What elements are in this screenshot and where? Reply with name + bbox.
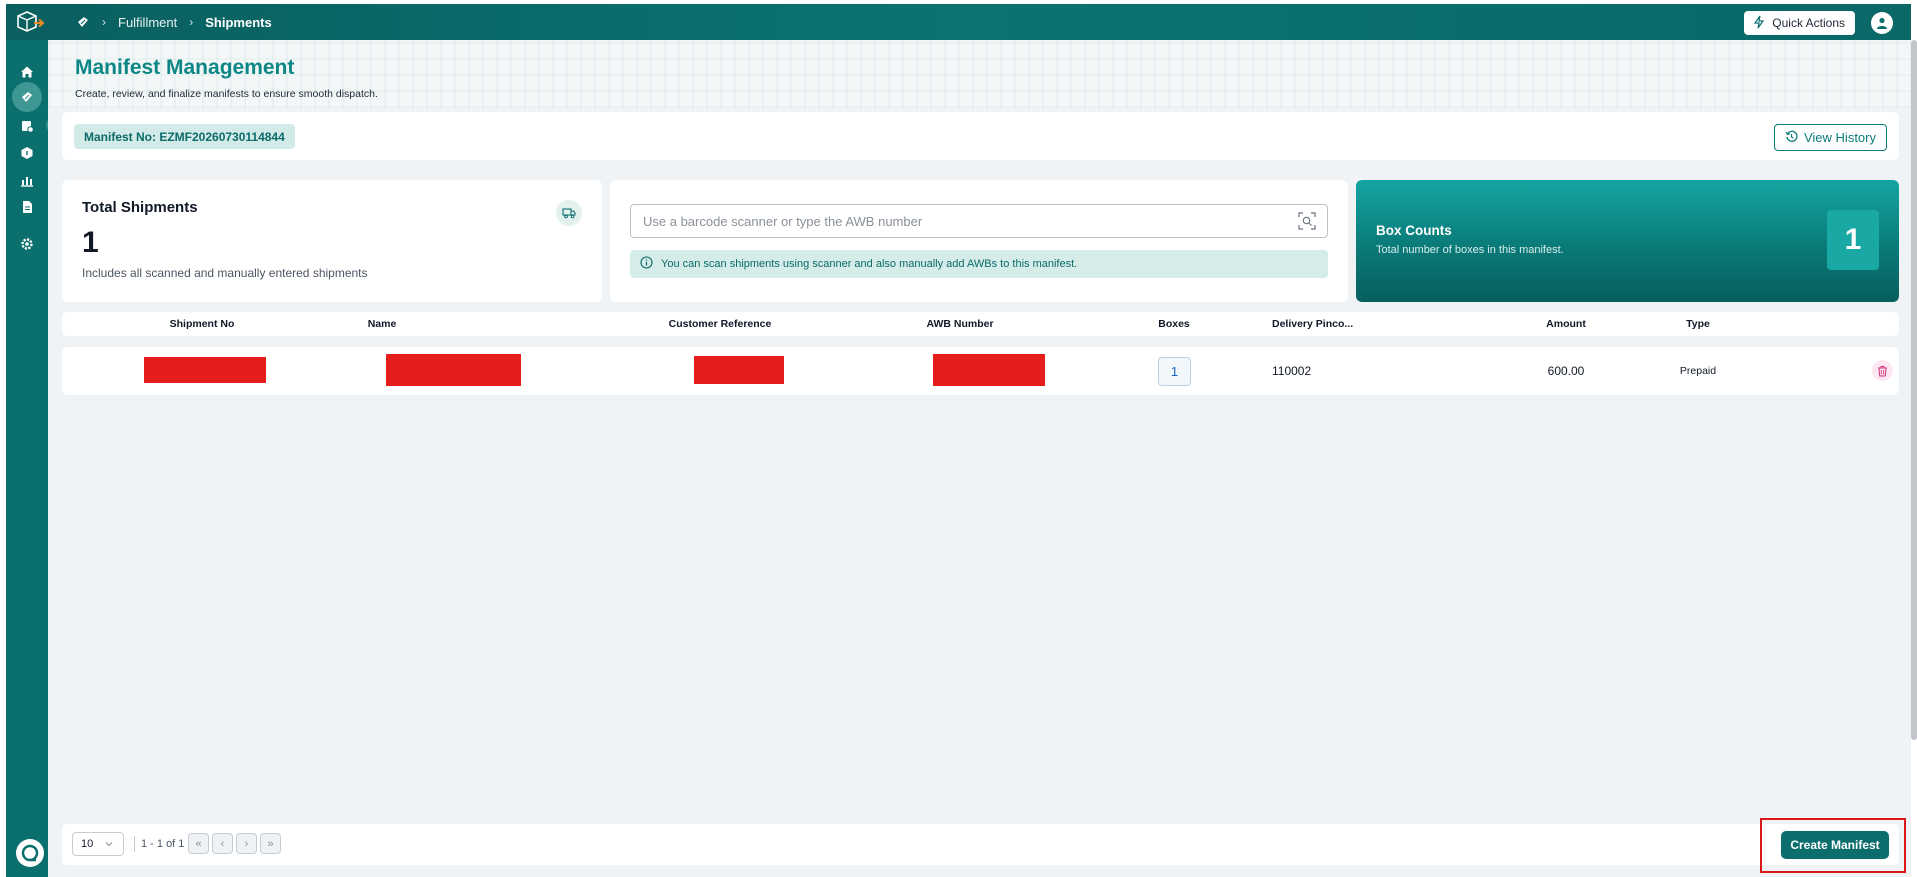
awb-scan-card: You can scan shipments using scanner and… bbox=[610, 180, 1348, 302]
page-header: Manifest Management Create, review, and … bbox=[48, 40, 1911, 108]
scan-info-banner: You can scan shipments using scanner and… bbox=[630, 250, 1328, 278]
redacted-name bbox=[386, 354, 521, 386]
boxes-count-button[interactable]: 1 bbox=[1158, 357, 1191, 386]
scan-info-text: You can scan shipments using scanner and… bbox=[661, 258, 1078, 270]
chevron-right-icon: › bbox=[102, 15, 106, 29]
sidebar-settings-icon[interactable] bbox=[17, 234, 37, 254]
column-header-shipment-no[interactable]: Shipment No bbox=[142, 312, 262, 336]
total-shipments-description: Includes all scanned and manually entere… bbox=[82, 266, 368, 280]
total-shipments-value: 1 bbox=[82, 226, 99, 259]
delivery-pincode-cell: 110002 bbox=[1272, 364, 1312, 378]
lightning-icon bbox=[1752, 15, 1766, 32]
pagination-footer: 10 1 - 1 of 1 « ‹ › » Create Manifest bbox=[62, 824, 1899, 865]
breadcrumb: › Fulfillment › Shipments bbox=[76, 4, 272, 40]
truck-icon bbox=[556, 200, 582, 226]
awb-search-input[interactable] bbox=[630, 204, 1328, 238]
total-shipments-title: Total Shipments bbox=[82, 199, 198, 216]
highlight-annotation-box bbox=[1760, 818, 1906, 873]
column-header-boxes[interactable]: Boxes bbox=[1144, 312, 1204, 336]
vertical-scrollbar[interactable] bbox=[1911, 40, 1917, 740]
breadcrumb-home-icon[interactable] bbox=[76, 15, 90, 29]
barcode-scan-icon[interactable] bbox=[1298, 212, 1316, 230]
info-icon bbox=[640, 256, 653, 272]
column-header-delivery-pincode[interactable]: Delivery Pinco... bbox=[1272, 312, 1382, 336]
redacted-shipment-no bbox=[144, 357, 266, 383]
breadcrumb-fulfillment[interactable]: Fulfillment bbox=[118, 15, 177, 30]
history-icon bbox=[1785, 130, 1798, 146]
view-history-label: View History bbox=[1803, 130, 1876, 145]
next-page-icon[interactable]: › bbox=[236, 833, 257, 854]
column-header-awb-number[interactable]: AWB Number bbox=[900, 312, 1020, 336]
column-header-amount[interactable]: Amount bbox=[1526, 312, 1606, 336]
first-page-icon[interactable]: « bbox=[188, 833, 209, 854]
user-avatar-icon[interactable] bbox=[1871, 12, 1893, 34]
type-cell: Prepaid bbox=[1679, 365, 1717, 377]
column-header-type[interactable]: Type bbox=[1668, 312, 1728, 336]
support-chat-icon[interactable] bbox=[16, 839, 44, 867]
page-title: Manifest Management bbox=[75, 56, 295, 79]
last-page-icon[interactable]: » bbox=[260, 833, 281, 854]
page-size-value: 10 bbox=[81, 838, 94, 850]
redacted-awb-number bbox=[933, 354, 1045, 386]
table-row[interactable]: 1 110002 600.00 Prepaid bbox=[62, 347, 1899, 395]
app-logo-icon[interactable] bbox=[14, 10, 45, 34]
sidebar-inventory-icon[interactable] bbox=[17, 143, 37, 163]
sidebar-home-icon[interactable] bbox=[17, 62, 37, 82]
total-shipments-card: Total Shipments 1 Includes all scanned a… bbox=[62, 180, 602, 302]
page-size-select[interactable]: 10 bbox=[72, 832, 124, 856]
manifest-number-badge: Manifest No: EZMF20260730114844 bbox=[74, 124, 295, 149]
box-counts-title: Box Counts bbox=[1376, 223, 1452, 238]
quick-actions-button[interactable]: Quick Actions bbox=[1744, 11, 1855, 35]
view-history-button[interactable]: View History bbox=[1773, 124, 1887, 151]
redacted-customer-reference bbox=[694, 356, 784, 384]
manifest-bar: Manifest No: EZMF20260730114844 View His… bbox=[62, 112, 1899, 160]
sidebar-orders-icon[interactable] bbox=[17, 116, 37, 136]
top-bar: › Fulfillment › Shipments Quick Actions bbox=[6, 4, 1911, 40]
box-counts-card: Box Counts Total number of boxes in this… bbox=[1356, 180, 1899, 302]
main-content: Manifest Management Create, review, and … bbox=[48, 40, 1911, 877]
breadcrumb-shipments: Shipments bbox=[205, 14, 272, 30]
delete-trash-icon[interactable] bbox=[1872, 360, 1893, 381]
quick-actions-label: Quick Actions bbox=[1772, 16, 1845, 30]
box-counts-value: 1 bbox=[1827, 210, 1879, 270]
sidebar-reports-icon[interactable] bbox=[17, 197, 37, 217]
box-counts-subtitle: Total number of boxes in this manifest. bbox=[1376, 244, 1564, 256]
amount-cell: 600.00 bbox=[1547, 364, 1585, 378]
column-header-customer-reference[interactable]: Customer Reference bbox=[650, 312, 790, 336]
shipments-table-header: Shipment No Name Customer Reference AWB … bbox=[62, 312, 1899, 336]
column-header-name[interactable]: Name bbox=[322, 312, 442, 336]
sidebar bbox=[6, 40, 62, 877]
chevron-down-icon bbox=[105, 838, 113, 850]
chevron-right-icon: › bbox=[189, 15, 194, 29]
page-subtitle: Create, review, and finalize manifests t… bbox=[75, 88, 378, 100]
sidebar-analytics-icon[interactable] bbox=[17, 170, 37, 190]
sidebar-shipments-icon[interactable] bbox=[12, 82, 42, 112]
pagination-range: 1 - 1 of 1 bbox=[134, 836, 184, 852]
previous-page-icon[interactable]: ‹ bbox=[212, 833, 233, 854]
